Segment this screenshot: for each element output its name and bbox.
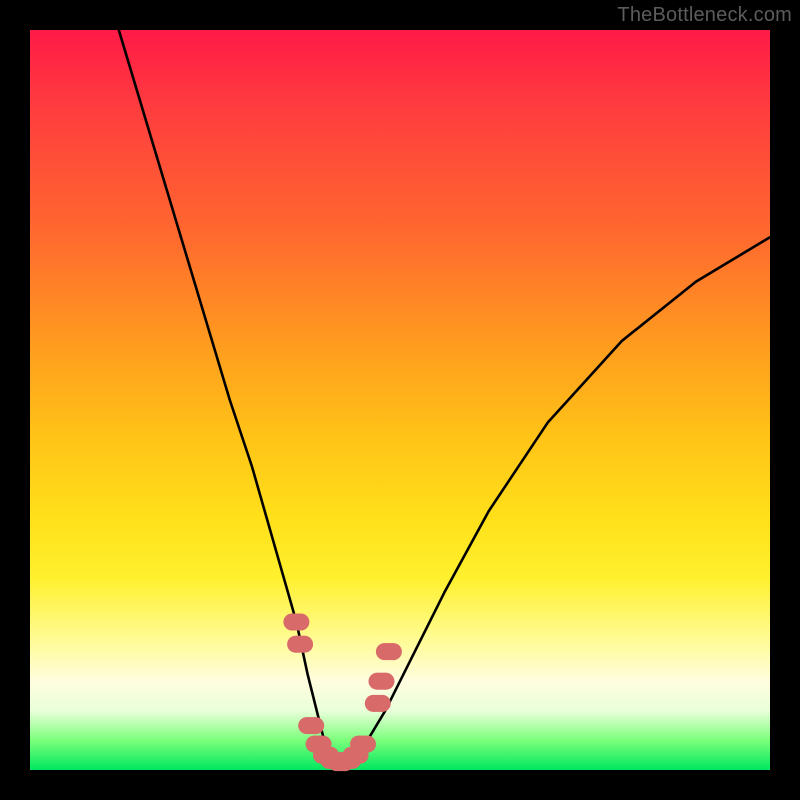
plot-area bbox=[30, 30, 770, 770]
curve-svg bbox=[30, 30, 770, 770]
bottleneck-curve bbox=[119, 30, 770, 766]
data-marker bbox=[376, 643, 402, 660]
chart-container: TheBottleneck.com bbox=[0, 0, 800, 800]
data-marker bbox=[350, 736, 376, 753]
data-marker bbox=[298, 717, 324, 734]
data-marker bbox=[365, 695, 391, 712]
data-marker bbox=[369, 673, 395, 690]
watermark-text: TheBottleneck.com bbox=[617, 4, 792, 27]
data-marker bbox=[287, 636, 313, 653]
curve-markers bbox=[283, 614, 402, 772]
data-marker bbox=[283, 614, 309, 631]
